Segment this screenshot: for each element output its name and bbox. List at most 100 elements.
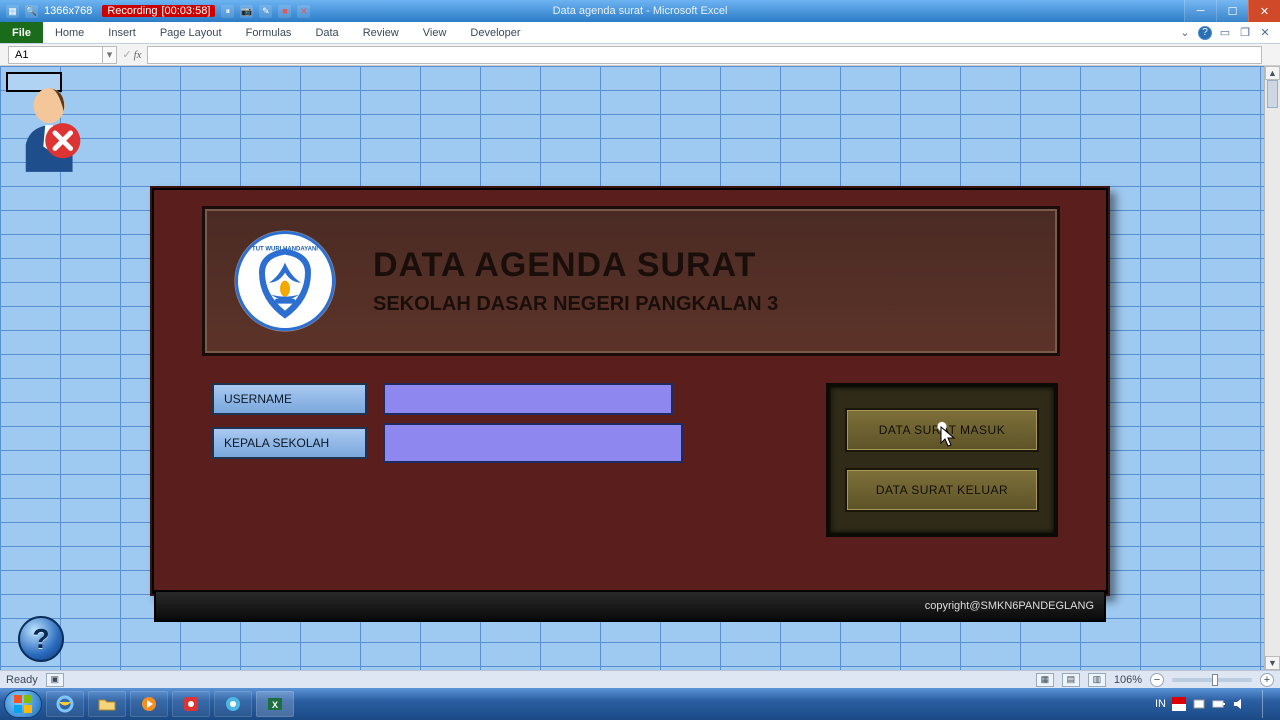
ribbon-restore-icon[interactable]: ❐ — [1238, 26, 1252, 40]
magnify-icon: 🔍 — [25, 5, 38, 18]
minimize-button[interactable]: ─ — [1184, 0, 1216, 22]
fx-label: fx — [134, 49, 142, 61]
pause-icon[interactable]: ⏸ — [221, 5, 234, 18]
pencil-icon[interactable]: ✎ — [259, 5, 272, 18]
recording-badge: Recording [00:03:58] — [102, 5, 215, 17]
tab-view[interactable]: View — [411, 22, 459, 43]
window-buttons: ─ ☐ ✕ — [1184, 0, 1280, 22]
input-kepala[interactable] — [383, 423, 683, 463]
fx-button[interactable]: ✓ fx — [117, 48, 147, 61]
zoom-level: 106% — [1114, 674, 1142, 686]
task-excel[interactable]: X — [256, 691, 294, 717]
check-icon: ✓ — [122, 48, 131, 61]
macro-rec-icon[interactable]: ▣ — [46, 673, 64, 687]
app-icon: ▦ — [6, 5, 19, 18]
ie-icon — [56, 695, 74, 713]
screen-resolution: 1366x768 — [44, 5, 92, 17]
tut-wuri-icon: TUT WURI HANDAYANI — [249, 243, 321, 323]
task-explorer[interactable] — [88, 691, 126, 717]
userform-subtitle: SEKOLAH DASAR NEGERI PANGKALAN 3 — [373, 293, 778, 316]
show-desktop-button[interactable] — [1262, 690, 1272, 718]
file-tab[interactable]: File — [0, 22, 43, 43]
ribbon-caret-icon[interactable]: ⌄ — [1178, 26, 1192, 40]
close-button[interactable]: ✕ — [1248, 0, 1280, 22]
system-tray: IN — [1155, 690, 1276, 718]
user-remove-icon — [16, 84, 94, 179]
formula-bar: A1 ▾ ✓ fx — [0, 44, 1280, 66]
row-kepala: KEPALA SEKOLAH — [212, 423, 683, 463]
flag-icon[interactable] — [1172, 697, 1186, 711]
stop-icon[interactable]: ■ — [278, 5, 291, 18]
spreadsheet-grid[interactable]: TUT WURI HANDAYANI DATA AGENDA SURAT SEK… — [0, 66, 1280, 670]
vscroll-thumb[interactable] — [1267, 80, 1278, 108]
rec-app-icon — [183, 696, 199, 712]
zoom-out-button[interactable]: − — [1150, 673, 1164, 687]
windows-logo-icon — [13, 694, 33, 714]
recording-label: Recording — [107, 5, 157, 17]
btn-surat-keluar[interactable]: DATA SURAT KELUAR — [845, 468, 1039, 512]
label-kepala: KEPALA SEKOLAH — [212, 427, 367, 459]
userform-header: TUT WURI HANDAYANI DATA AGENDA SURAT SEK… — [202, 206, 1060, 356]
ribbon-close-icon[interactable]: ✕ — [1258, 26, 1272, 40]
task-ie[interactable] — [46, 691, 84, 717]
battery-icon[interactable] — [1212, 697, 1226, 711]
tray-app-icon[interactable] — [1192, 697, 1206, 711]
camera-icon[interactable]: 📷 — [240, 5, 253, 18]
row-username: USERNAME — [212, 383, 683, 415]
zoom-slider[interactable] — [1172, 678, 1252, 682]
view-normal-icon[interactable]: ▦ — [1036, 673, 1054, 687]
footer-text: copyright@SMKN6PANDEGLANG — [925, 600, 1094, 612]
formula-input[interactable] — [147, 46, 1262, 64]
school-logo: TUT WURI HANDAYANI — [225, 221, 345, 341]
tab-developer[interactable]: Developer — [458, 22, 532, 43]
ribbon-right-icons: ⌄ ? ▭ ❐ ✕ — [1178, 22, 1280, 43]
userform-title: DATA AGENDA SURAT — [373, 246, 778, 285]
lang-indicator[interactable]: IN — [1155, 698, 1166, 710]
ribbon-min-icon[interactable]: ▭ — [1218, 26, 1232, 40]
window-title: Data agenda surat - Microsoft Excel — [553, 5, 728, 17]
status-ready: Ready — [6, 674, 38, 686]
worksheet-area: TUT WURI HANDAYANI DATA AGENDA SURAT SEK… — [0, 66, 1280, 670]
label-username: USERNAME — [212, 383, 367, 415]
tab-review[interactable]: Review — [351, 22, 411, 43]
recording-time: [00:03:58] — [161, 5, 210, 17]
svg-text:X: X — [272, 700, 278, 710]
btn-surat-masuk[interactable]: DATA SURAT MASUK — [845, 408, 1039, 452]
browser-icon — [225, 696, 241, 712]
tab-insert[interactable]: Insert — [96, 22, 148, 43]
tab-home[interactable]: Home — [43, 22, 96, 43]
vertical-scrollbar[interactable]: ▲ ▼ — [1264, 66, 1280, 670]
tab-data[interactable]: Data — [303, 22, 350, 43]
excel-icon: X — [267, 696, 283, 712]
zoom-thumb[interactable] — [1212, 674, 1218, 686]
folder-icon — [98, 697, 116, 711]
taskbar: X IN — [0, 688, 1280, 720]
view-pagelayout-icon[interactable]: ▤ — [1062, 673, 1080, 687]
task-chrome[interactable] — [214, 691, 252, 717]
help-orb-icon[interactable]: ? — [18, 616, 64, 662]
scroll-down-icon[interactable]: ▼ — [1265, 656, 1280, 670]
wmp-icon — [141, 696, 157, 712]
name-box[interactable]: A1 — [8, 46, 103, 64]
tab-formulas[interactable]: Formulas — [234, 22, 304, 43]
name-box-dropdown[interactable]: ▾ — [103, 46, 117, 64]
input-username[interactable] — [383, 383, 673, 415]
scroll-up-icon[interactable]: ▲ — [1265, 66, 1280, 80]
maximize-button[interactable]: ☐ — [1216, 0, 1248, 22]
userform: TUT WURI HANDAYANI DATA AGENDA SURAT SEK… — [150, 186, 1110, 596]
volume-icon[interactable] — [1232, 697, 1246, 711]
task-rec-app[interactable] — [172, 691, 210, 717]
ribbon: File Home Insert Page Layout Formulas Da… — [0, 22, 1280, 44]
userform-footer: copyright@SMKN6PANDEGLANG — [154, 590, 1106, 622]
start-button[interactable] — [4, 690, 42, 718]
close-rec-icon[interactable]: ✕ — [297, 5, 310, 18]
button-panel: DATA SURAT MASUK DATA SURAT KELUAR — [826, 383, 1058, 537]
userform-titles: DATA AGENDA SURAT SEKOLAH DASAR NEGERI P… — [373, 246, 778, 316]
view-pagebreak-icon[interactable]: ▥ — [1088, 673, 1106, 687]
userform-body: USERNAME KEPALA SEKOLAH DATA SURAT MASUK… — [212, 383, 1058, 546]
help-icon[interactable]: ? — [1198, 26, 1212, 40]
task-wmp[interactable] — [130, 691, 168, 717]
window-titlebar: ▦ 🔍 1366x768 Recording [00:03:58] ⏸ 📷 ✎ … — [0, 0, 1280, 22]
tab-page-layout[interactable]: Page Layout — [148, 22, 234, 43]
zoom-in-button[interactable]: + — [1260, 673, 1274, 687]
